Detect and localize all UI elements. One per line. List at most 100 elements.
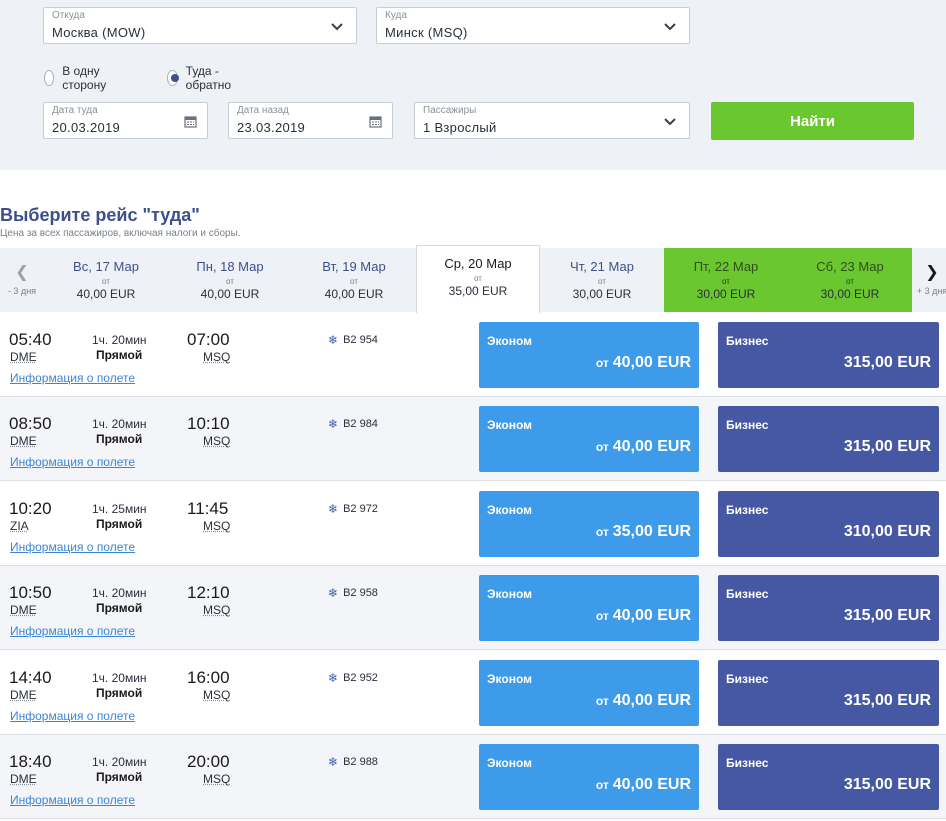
departure-airport[interactable]: DME [10, 772, 37, 786]
economy-label: Эконом [487, 672, 533, 686]
day-price: 40,00 EUR [76, 287, 136, 301]
flight-info-link[interactable]: Информация о полете [10, 455, 135, 469]
economy-fare-button[interactable]: Эконом от 35,00 EUR [479, 491, 699, 557]
economy-price-value: 40,00 EUR [612, 354, 691, 371]
arrival-airport[interactable]: MSQ [203, 434, 230, 448]
depart-date-label: Дата туда [52, 105, 98, 116]
arrival-airport[interactable]: MSQ [203, 350, 230, 364]
economy-fare-button[interactable]: Эконом от 40,00 EUR [479, 322, 699, 388]
day-tab[interactable]: Пн, 18 Мар от 40,00 EUR [168, 248, 292, 312]
direct-label: Прямой [96, 348, 143, 362]
departure-airport[interactable]: DME [10, 350, 37, 364]
departure-time: 10:20 [9, 499, 52, 518]
chevron-down-icon [331, 23, 343, 31]
economy-fare-button[interactable]: Эконом от 40,00 EUR [479, 575, 699, 641]
prev-days-button[interactable]: ❮ - 3 дня [0, 248, 44, 312]
day-from: от [722, 277, 730, 286]
departure-airport[interactable]: DME [10, 603, 37, 617]
day-tab[interactable]: Сб, 23 Мар от 30,00 EUR [788, 248, 912, 312]
calendar-icon[interactable] [184, 115, 197, 128]
next-days-button[interactable]: ❯ + 3 дня [912, 248, 946, 312]
radio-dot-selected[interactable] [167, 70, 179, 86]
day-price: 40,00 EUR [200, 287, 260, 301]
flight-number-text: B2 972 [343, 503, 378, 515]
day-price: 35,00 EUR [448, 284, 508, 298]
page-title: Выберите рейс "туда" [0, 205, 200, 225]
direct-label: Прямой [96, 432, 143, 446]
flight-info-link[interactable]: Информация о полете [10, 624, 135, 638]
economy-fare-button[interactable]: Эконом от 40,00 EUR [479, 744, 699, 810]
find-button[interactable]: Найти [711, 102, 914, 140]
to-select[interactable]: Куда Минск (MSQ) [376, 7, 690, 44]
economy-label: Эконом [487, 503, 533, 517]
round-trip-radio[interactable]: Туда - обратно [167, 64, 236, 92]
from-select[interactable]: Откуда Москва (MOW) [43, 7, 357, 44]
from-word: от [595, 778, 609, 792]
arrival-time: 10:10 [187, 414, 230, 433]
direct-label: Прямой [96, 686, 143, 700]
departure-airport[interactable]: DME [10, 688, 37, 702]
day-tab[interactable]: Чт, 21 Мар от 30,00 EUR [540, 248, 664, 312]
departure-airport[interactable]: ZIA [10, 519, 29, 533]
price-note: Цена за всех пассажиров, включая налоги … [0, 228, 241, 239]
economy-fare-button[interactable]: Эконом от 40,00 EUR [479, 660, 699, 726]
snowflake-icon: ❄ [328, 502, 339, 516]
return-date-value: 23.03.2019 [237, 120, 306, 135]
departure-time: 10:50 [9, 583, 52, 602]
departure-time: 05:40 [9, 330, 52, 349]
one-way-radio[interactable]: В одну сторону [44, 64, 112, 92]
day-tab[interactable]: Вс, 17 Мар от 40,00 EUR [44, 248, 168, 312]
economy-price: от 40,00 EUR [596, 692, 691, 710]
business-fare-button[interactable]: Бизнес 315,00 EUR [718, 322, 939, 388]
day-price: 40,00 EUR [324, 287, 384, 301]
business-price: 315,00 EUR [843, 692, 931, 709]
day-name: Чт, 21 Мар [570, 259, 634, 274]
business-price: 315,00 EUR [843, 354, 931, 371]
day-tab[interactable]: Вт, 19 Мар от 40,00 EUR [292, 248, 416, 312]
return-date-field[interactable]: Дата назад 23.03.2019 [228, 102, 393, 139]
departure-time: 14:40 [9, 668, 52, 687]
chevron-left-icon: ❮ [15, 264, 29, 281]
day-from: от [598, 277, 606, 286]
day-tab[interactable]: Пт, 22 Мар от 30,00 EUR [664, 248, 788, 312]
arrival-airport[interactable]: MSQ [203, 519, 230, 533]
business-fare-button[interactable]: Бизнес 310,00 EUR [718, 491, 939, 557]
day-tab-selected[interactable]: Ср, 20 Мар от 35,00 EUR [416, 245, 540, 313]
economy-fare-button[interactable]: Эконом от 40,00 EUR [479, 406, 699, 472]
arrival-airport[interactable]: MSQ [203, 772, 230, 786]
arrival-airport[interactable]: MSQ [203, 688, 230, 702]
day-name: Сб, 23 Мар [816, 259, 884, 274]
business-label: Бизнес [726, 587, 769, 601]
business-fare-button[interactable]: Бизнес 315,00 EUR [718, 406, 939, 472]
arrival-airport[interactable]: MSQ [203, 603, 230, 617]
arrival-time: 07:00 [187, 330, 230, 349]
business-label: Бизнес [726, 418, 769, 432]
from-word: от [595, 356, 609, 370]
depart-date-field[interactable]: Дата туда 20.03.2019 [43, 102, 208, 139]
economy-price-value: 40,00 EUR [612, 692, 691, 709]
economy-price-value: 40,00 EUR [612, 776, 691, 793]
date-strip: ❮ - 3 дня Вс, 17 Мар от 40,00 EUR Пн, 18… [0, 245, 946, 313]
snowflake-icon: ❄ [328, 333, 339, 347]
arrival-time: 16:00 [187, 668, 230, 687]
direct-label: Прямой [96, 770, 143, 784]
calendar-icon[interactable] [369, 115, 382, 128]
business-fare-button[interactable]: Бизнес 315,00 EUR [718, 660, 939, 726]
flight-row: 10:50 DME 1ч. 20мин Прямой 12:10 MSQ Инф… [0, 566, 946, 650]
business-fare-button[interactable]: Бизнес 315,00 EUR [718, 744, 939, 810]
return-date-label: Дата назад [237, 105, 289, 116]
passengers-value: 1 Взрослый [423, 120, 497, 135]
day-name: Пт, 22 Мар [693, 259, 759, 274]
business-fare-button[interactable]: Бизнес 315,00 EUR [718, 575, 939, 641]
flight-info-link[interactable]: Информация о полете [10, 793, 135, 807]
departure-airport[interactable]: DME [10, 434, 37, 448]
duration: 1ч. 20мин [92, 671, 147, 685]
flight-info-link[interactable]: Информация о полете [10, 371, 135, 385]
radio-dot[interactable] [44, 70, 55, 86]
from-label: Откуда [52, 10, 85, 21]
flight-info-link[interactable]: Информация о полете [10, 709, 135, 723]
day-name: Ср, 20 Мар [444, 256, 512, 271]
flight-info-link[interactable]: Информация о полете [10, 540, 135, 554]
passengers-select[interactable]: Пассажиры 1 Взрослый [414, 102, 690, 139]
duration: 1ч. 20мин [92, 755, 147, 769]
